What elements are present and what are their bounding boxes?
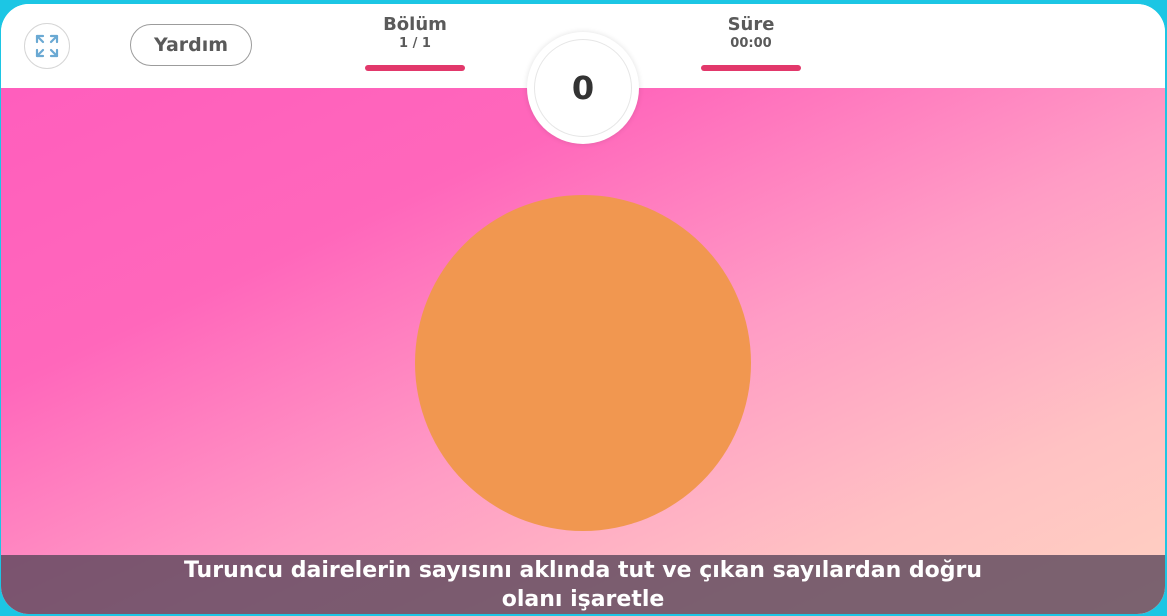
level-indicator: Bölüm 1 / 1 — [365, 14, 465, 71]
level-value: 1 / 1 — [399, 36, 431, 51]
fullscreen-expand-icon — [35, 34, 59, 58]
game-frame: Yardım Bölüm 1 / 1 Süre 00:00 0 Turuncu … — [1, 4, 1165, 614]
instruction-banner: Turuncu dairelerin sayısını aklında tut … — [1, 555, 1165, 614]
fullscreen-button[interactable] — [24, 23, 70, 69]
orange-circle — [415, 195, 751, 531]
time-indicator: Süre 00:00 — [701, 14, 801, 71]
help-button[interactable]: Yardım — [130, 24, 252, 66]
play-area: Turuncu dairelerin sayısını aklında tut … — [1, 88, 1165, 614]
level-bar — [365, 65, 465, 71]
score-value: 0 — [534, 39, 632, 137]
instruction-text: Turuncu dairelerin sayısını aklında tut … — [183, 557, 983, 612]
score-badge: 0 — [527, 32, 639, 144]
time-bar — [701, 65, 801, 71]
time-value: 00:00 — [730, 36, 772, 51]
time-label: Süre — [727, 14, 775, 35]
level-label: Bölüm — [383, 14, 447, 35]
